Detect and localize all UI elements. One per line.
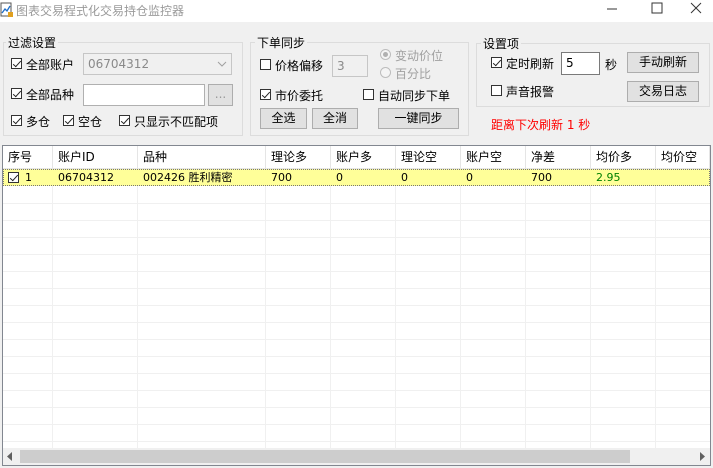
- manual-refresh-button[interactable]: 手动刷新: [627, 52, 699, 73]
- percent-label: 百分比: [395, 67, 432, 81]
- cell-theory-short: 0: [401, 171, 408, 184]
- col-header-account-id[interactable]: 账户ID: [53, 146, 138, 169]
- cell-net-diff: 700: [531, 171, 552, 184]
- grid-line: [3, 322, 710, 323]
- timed-refresh-label: 定时刷新: [506, 57, 555, 71]
- var-tick-label: 变动价位: [395, 49, 444, 63]
- col-header-theory-long[interactable]: 理论多: [266, 146, 331, 169]
- cancel-all-button[interactable]: 全消: [312, 108, 358, 129]
- positions-table[interactable]: 序号 账户ID 品种 理论多 账户多 理论空 账户空 净差 均价多 均价空 1 …: [2, 145, 711, 466]
- offset-value-input[interactable]: 3: [332, 55, 368, 77]
- long-position-label: 多仓: [26, 115, 51, 129]
- col-header-theory-short[interactable]: 理论空: [396, 146, 461, 169]
- price-offset-checkbox[interactable]: [260, 59, 271, 70]
- filter-legend: 过滤设置: [6, 34, 59, 51]
- grid-line: [3, 373, 710, 374]
- window-title: 图表交易程式化交易持仓监控器: [16, 4, 185, 18]
- auto-sync-checkbox[interactable]: [363, 89, 374, 100]
- market-order-checkbox[interactable]: [260, 89, 271, 100]
- scrollbar-thumb[interactable]: [20, 450, 630, 463]
- sound-alarm-checkbox[interactable]: [491, 85, 502, 96]
- col-header-index[interactable]: 序号: [3, 146, 53, 169]
- all-accounts-checkbox[interactable]: [11, 58, 22, 69]
- cell-product: 002426 胜利精密: [143, 171, 233, 184]
- scroll-left-icon[interactable]: [6, 452, 14, 461]
- col-header-account-long[interactable]: 账户多: [331, 146, 396, 169]
- grid-line: [3, 441, 710, 442]
- grid-line: [3, 237, 710, 238]
- maximize-icon[interactable]: [637, 0, 677, 20]
- row-select-checkbox[interactable]: [8, 172, 19, 183]
- next-refresh-countdown: 距离下次刷新 1 秒: [491, 118, 591, 132]
- order-sync-legend: 下单同步: [255, 34, 308, 51]
- product-input[interactable]: [83, 84, 205, 106]
- scroll-right-icon[interactable]: [698, 452, 706, 461]
- cell-index: 1: [25, 171, 32, 184]
- refresh-interval-input[interactable]: 5: [561, 52, 600, 75]
- chart-app-icon: [0, 2, 13, 17]
- auto-sync-label: 自动同步下单: [378, 89, 451, 103]
- close-icon[interactable]: [681, 0, 713, 20]
- all-products-label: 全部品种: [26, 88, 75, 102]
- grid-line: [3, 220, 710, 221]
- col-header-avg-short[interactable]: 均价空: [656, 146, 710, 169]
- grid-line: [3, 305, 710, 306]
- long-position-checkbox[interactable]: [11, 115, 22, 126]
- one-click-sync-button[interactable]: 一键同步: [378, 108, 459, 129]
- timed-refresh-checkbox[interactable]: [491, 57, 502, 68]
- mismatch-only-checkbox[interactable]: [119, 115, 130, 126]
- sound-alarm-label: 声音报警: [506, 85, 555, 99]
- mismatch-only-label: 只显示不匹配项: [134, 115, 219, 129]
- account-dropdown-value: 06704312: [88, 57, 150, 71]
- cell-theory-long: 700: [271, 171, 292, 184]
- chevron-down-icon: [217, 61, 227, 67]
- minimize-icon[interactable]: [592, 0, 632, 20]
- settings-legend: 设置项: [481, 35, 522, 52]
- refresh-interval-unit: 秒: [605, 58, 618, 72]
- cell-account-short: 0: [466, 171, 473, 184]
- market-order-label: 市价委托: [275, 89, 324, 103]
- all-accounts-label: 全部账户: [26, 58, 75, 72]
- short-position-label: 空仓: [78, 115, 103, 129]
- price-offset-label: 价格偏移: [275, 59, 324, 73]
- grid-line: [3, 203, 710, 204]
- cell-account-long: 0: [336, 171, 343, 184]
- browse-products-button[interactable]: ...: [208, 84, 233, 106]
- percent-radio[interactable]: [380, 67, 391, 78]
- grid-line: [3, 407, 710, 408]
- table-row[interactable]: 1 06704312 002426 胜利精密 700 0 0 0 700 2.9…: [3, 169, 710, 186]
- grid-line: [3, 288, 710, 289]
- horizontal-scrollbar[interactable]: [3, 448, 710, 465]
- cell-avg-short: [657, 170, 661, 185]
- select-all-button[interactable]: 全选: [260, 108, 307, 129]
- grid-line: [3, 390, 710, 391]
- account-dropdown[interactable]: 06704312: [83, 53, 232, 75]
- all-products-checkbox[interactable]: [11, 88, 22, 99]
- col-header-product[interactable]: 品种: [138, 146, 266, 169]
- col-header-account-short[interactable]: 账户空: [461, 146, 526, 169]
- grid-line: [3, 339, 710, 340]
- col-header-avg-long[interactable]: 均价多: [591, 146, 656, 169]
- grid-line: [3, 254, 710, 255]
- var-tick-radio[interactable]: [380, 49, 391, 60]
- short-position-checkbox[interactable]: [63, 115, 74, 126]
- grid-line: [3, 424, 710, 425]
- cell-account-id: 06704312: [58, 171, 114, 184]
- trade-log-button[interactable]: 交易日志: [627, 81, 699, 102]
- col-header-net-diff[interactable]: 净差: [526, 146, 591, 169]
- cell-avg-long: 2.95: [596, 171, 621, 184]
- grid-line: [3, 271, 710, 272]
- grid-line: [3, 356, 710, 357]
